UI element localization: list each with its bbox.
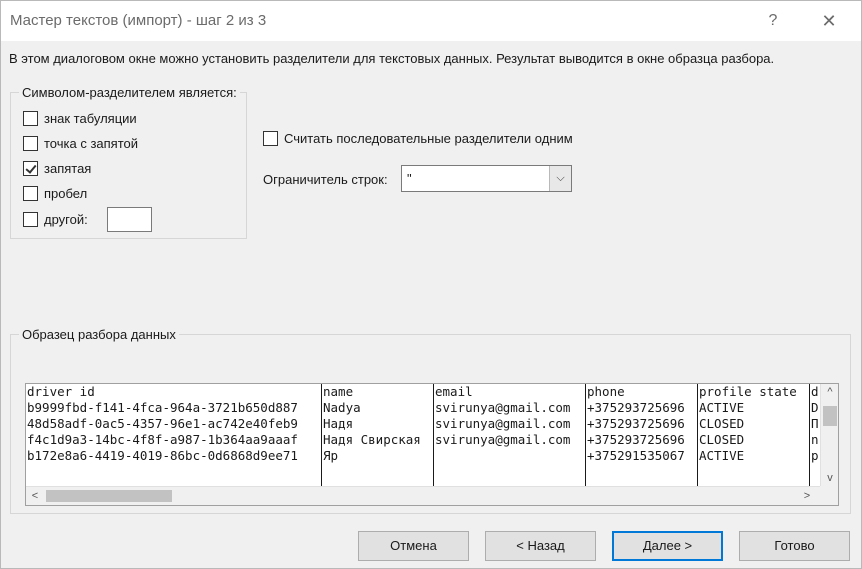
scrollbar-corner: [820, 486, 838, 505]
preview-column-4[interactable]: phone +375293725696 +375293725696 +37529…: [585, 384, 697, 488]
preview-cell: profile state: [699, 384, 797, 399]
scroll-left-icon[interactable]: <: [26, 487, 44, 505]
preview-cell: name: [323, 384, 354, 399]
chevron-down-icon[interactable]: ⌵: [549, 166, 571, 191]
preview-cell: phone: [587, 384, 625, 399]
preview-column-1[interactable]: driver id b9999fbd-f141-4fca-964a-3721b6…: [26, 384, 322, 488]
comma-delimiter-option[interactable]: запятая: [23, 159, 91, 177]
horizontal-scroll-thumb[interactable]: [46, 490, 172, 502]
preview-cell: email: [435, 384, 473, 399]
preview-cell: svirunya@gmail.com: [435, 416, 571, 431]
vertical-scroll-thumb[interactable]: [823, 406, 837, 426]
preview-cell: b9999fbd-f141-4fca-964a-3721b650d887: [27, 400, 298, 415]
preview-cell: b172e8a6-4419-4019-86bc-0d6868d9ee71: [27, 448, 298, 463]
preview-column-2[interactable]: name Nadya Надя Надя Свирская Яр: [321, 384, 433, 488]
space-checkbox[interactable]: [23, 185, 38, 201]
semicolon-delimiter-option[interactable]: точка с запятой: [23, 134, 138, 152]
consecutive-delimiters-option[interactable]: Считать последовательные разделители одн…: [263, 131, 573, 146]
help-icon[interactable]: ?: [753, 7, 793, 35]
cancel-button[interactable]: Отмена: [358, 531, 469, 561]
preview-cell: Надя Свирская: [323, 432, 421, 447]
comma-label: запятая: [44, 160, 92, 176]
data-preview-grid: driver id b9999fbd-f141-4fca-964a-3721b6…: [26, 384, 822, 488]
tab-checkbox[interactable]: [23, 110, 38, 126]
finish-button[interactable]: Готово: [739, 531, 850, 561]
comma-checkbox[interactable]: [23, 160, 38, 176]
back-button[interactable]: < Назад: [485, 531, 596, 561]
text-qualifier-select[interactable]: " ⌵: [401, 165, 572, 192]
tab-label: знак табуляции: [44, 110, 137, 126]
scroll-down-icon[interactable]: v: [821, 470, 838, 486]
vertical-scrollbar[interactable]: ^ v: [820, 384, 838, 488]
preview-cell: svirunya@gmail.com: [435, 400, 571, 415]
text-import-wizard-dialog: Мастер текстов (импорт) - шаг 2 из 3 ? ✕…: [0, 0, 862, 569]
preview-cell: Nadya: [323, 400, 361, 415]
preview-cell: Яр: [323, 448, 339, 463]
scroll-right-icon[interactable]: >: [798, 487, 816, 505]
space-delimiter-option[interactable]: пробел: [23, 184, 87, 202]
other-delimiter-input[interactable]: [107, 207, 152, 232]
preview-cell: +375293725696: [587, 400, 685, 415]
horizontal-scrollbar[interactable]: < >: [26, 486, 822, 505]
window-title: Мастер текстов (импорт) - шаг 2 из 3: [10, 12, 267, 29]
preview-cell: driver id: [27, 384, 95, 399]
other-label: другой:: [44, 211, 88, 227]
close-icon[interactable]: ✕: [809, 7, 849, 35]
preview-column-5[interactable]: profile state ACTIVE CLOSED CLOSED ACTIV…: [697, 384, 809, 488]
preview-cell: f4c1d9a3-14bc-4f8f-a987-1b364aa9aaaf: [27, 432, 298, 447]
delimiters-legend: Символом-разделителем является:: [19, 85, 240, 100]
tab-delimiter-option[interactable]: знак табуляции: [23, 109, 137, 127]
preview-column-3[interactable]: email svirunya@gmail.com svirunya@gmail.…: [433, 384, 585, 488]
preview-cell: +375291535067: [587, 448, 685, 463]
data-preview-box: driver id b9999fbd-f141-4fca-964a-3721b6…: [25, 383, 839, 506]
title-bar: Мастер текстов (импорт) - шаг 2 из 3 ? ✕: [1, 1, 861, 41]
preview-legend: Образец разбора данных: [19, 327, 179, 342]
preview-cell: ACTIVE: [699, 448, 745, 463]
consecutive-label: Считать последовательные разделители одн…: [284, 131, 573, 146]
preview-cell: 48d58adf-0ac5-4357-96e1-ac742e40feb9: [27, 416, 298, 431]
preview-cell: [434, 448, 585, 464]
space-label: пробел: [44, 185, 88, 201]
preview-cell: CLOSED: [699, 416, 745, 431]
intro-text: В этом диалоговом окне можно установить …: [9, 51, 775, 66]
text-qualifier-value: ": [407, 171, 412, 186]
other-checkbox[interactable]: [23, 211, 38, 227]
text-qualifier-label: Ограничитель строк:: [263, 172, 388, 187]
preview-cell: ACTIVE: [699, 400, 745, 415]
semicolon-label: точка с запятой: [44, 135, 139, 151]
preview-cell: Надя: [323, 416, 354, 431]
preview-cell: CLOSED: [699, 432, 745, 447]
next-button[interactable]: Далее >: [612, 531, 723, 561]
delimiters-group: Символом-разделителем является: знак таб…: [10, 85, 247, 239]
scroll-up-icon[interactable]: ^: [821, 384, 838, 400]
preview-cell: +375293725696: [587, 416, 685, 431]
semicolon-checkbox[interactable]: [23, 135, 38, 151]
consecutive-checkbox[interactable]: [263, 131, 278, 146]
preview-cell: +375293725696: [587, 432, 685, 447]
preview-cell: svirunya@gmail.com: [435, 432, 571, 447]
data-preview-group: Образец разбора данных driver id b9999fb…: [10, 327, 851, 514]
other-delimiter-option[interactable]: другой:: [23, 210, 88, 228]
